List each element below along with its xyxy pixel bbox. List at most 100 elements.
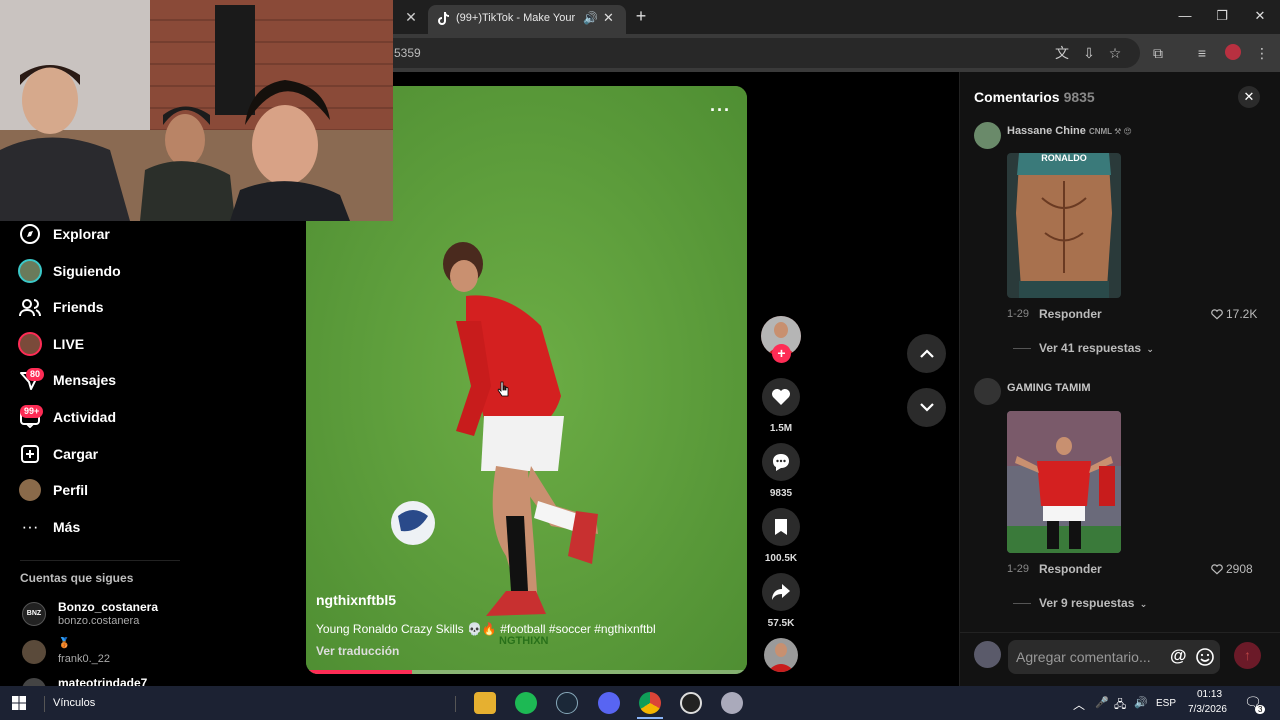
address-bar[interactable]: 5359 — [370, 38, 1140, 68]
translate-icon[interactable]: 文 — [1053, 44, 1071, 62]
profile-avatar-icon[interactable] — [1224, 44, 1242, 62]
comment-like-button[interactable]: 17.2K — [1211, 307, 1257, 321]
comment-count: 9835 — [769, 488, 793, 499]
avatar: BNZ — [22, 602, 46, 626]
comment-image[interactable]: RONALDO — [1007, 153, 1121, 298]
maximize-icon[interactable]: ❐ — [1207, 6, 1237, 26]
windows-start-icon[interactable] — [12, 696, 26, 710]
clock-date[interactable]: 7/3/2026 — [1188, 704, 1227, 715]
like-button[interactable]: 1.5M — [761, 378, 801, 434]
taskbar-links-label[interactable]: Vínculos — [53, 697, 95, 709]
profile-avatar-icon — [18, 478, 42, 502]
previous-tab-close-icon[interactable]: ✕ — [403, 9, 419, 25]
new-tab-button[interactable]: + — [632, 6, 650, 26]
comment-like-button[interactable]: 2908 — [1211, 562, 1253, 576]
video-progress-fill — [306, 670, 412, 674]
browser-menu-icon[interactable]: ⋮ — [1253, 44, 1271, 62]
chrome-icon[interactable] — [639, 692, 661, 714]
microphone-icon[interactable]: 🎤 — [1095, 696, 1109, 709]
sound-avatar — [764, 638, 798, 672]
like-count: 1.5M — [769, 423, 793, 434]
discord-icon[interactable] — [598, 692, 620, 714]
following-account-item[interactable]: BNZ Bonzo_costanera bonzo.costanera — [20, 600, 190, 634]
video-progress-bar[interactable] — [306, 670, 747, 674]
next-video-button[interactable] — [907, 388, 946, 427]
following-account-handle: bonzo.costanera — [58, 615, 140, 627]
tiktok-favicon-icon — [438, 12, 449, 25]
view-replies-button[interactable]: Ver 41 respuestas ⌄ — [1039, 341, 1154, 355]
windows-taskbar: Vínculos ︿ 🎤 🖧 🔊 ESP 01:13 7/3/2026 🗨 3 — [0, 686, 1280, 720]
following-account-item[interactable]: mateotrindade7 — [20, 676, 190, 686]
avatar[interactable] — [974, 122, 1001, 149]
sidebar-item-perfil[interactable]: Perfil — [18, 476, 88, 504]
window-close-icon[interactable]: ✕ — [1245, 6, 1275, 26]
url-text: 5359 — [394, 46, 421, 60]
follow-plus-icon[interactable]: + — [772, 344, 791, 363]
comments-panel: Comentarios 9835 ✕ Hassane Chine CNML ⚒ 😍… — [959, 72, 1280, 686]
tray-chevron-up-icon[interactable]: ︿ — [1073, 696, 1085, 713]
following-section-title: Cuentas que sigues — [20, 571, 134, 585]
upload-plus-icon — [18, 442, 42, 466]
chevron-down-icon — [919, 403, 934, 412]
comments-header: Comentarios 9835 — [974, 89, 1095, 105]
extensions-icon[interactable]: ⧉ — [1149, 44, 1167, 62]
active-tab[interactable]: (99+)TikTok - Make Your Da 🔊 ✕ — [428, 5, 626, 34]
obs-icon[interactable] — [680, 692, 702, 714]
sidebar-item-siguiendo[interactable]: Siguiendo — [18, 257, 121, 285]
sidebar-item-friends[interactable]: Friends — [18, 293, 104, 321]
mention-at-icon[interactable]: @ — [1170, 646, 1187, 666]
divider — [44, 696, 45, 712]
chevron-down-icon: ⌄ — [1146, 344, 1154, 354]
media-control-icon[interactable]: ≡ — [1193, 44, 1211, 62]
following-account-item[interactable]: 🥉 frank0._22 — [20, 638, 190, 672]
tab-close-icon[interactable]: ✕ — [603, 10, 614, 26]
bookmark-icon — [762, 508, 800, 546]
steam-icon[interactable] — [556, 692, 578, 714]
share-arrow-icon — [762, 573, 800, 611]
emoji-icon[interactable] — [1196, 648, 1214, 666]
network-icon[interactable]: 🖧 — [1114, 696, 1126, 715]
save-button[interactable]: 100.5K — [761, 508, 801, 564]
video-author[interactable]: ngthixnftbl5 — [316, 592, 396, 608]
install-app-icon[interactable]: ⇩ — [1080, 44, 1098, 62]
activity-badge: 99+ — [20, 405, 44, 418]
comment-image[interactable] — [1007, 411, 1121, 553]
reply-button[interactable]: Responder — [1039, 562, 1102, 576]
bookmark-star-icon[interactable]: ☆ — [1106, 44, 1124, 62]
sidebar-item-live[interactable]: LIVE — [18, 330, 84, 358]
comment-input-box[interactable]: @ — [1008, 640, 1220, 674]
sidebar-item-mas[interactable]: ··· Más — [18, 513, 81, 541]
sidebar-item-label: Explorar — [53, 226, 110, 242]
chevron-up-icon — [919, 349, 934, 358]
app-icon[interactable] — [721, 692, 743, 714]
language-indicator[interactable]: ESP — [1156, 698, 1176, 709]
close-comments-icon[interactable]: ✕ — [1238, 86, 1260, 108]
reply-button[interactable]: Responder — [1039, 307, 1102, 321]
video-more-options-icon[interactable]: ··· — [710, 100, 731, 121]
volume-icon[interactable]: 🔊 — [1134, 696, 1148, 709]
clock-time[interactable]: 01:13 — [1197, 689, 1222, 700]
comment-username[interactable]: Hassane Chine CNML ⚒ 😍 — [1007, 125, 1132, 137]
file-explorer-icon[interactable] — [474, 692, 496, 714]
mouse-cursor-icon — [497, 381, 509, 397]
creator-avatar-button[interactable]: + — [761, 316, 801, 363]
comment-input[interactable] — [1016, 640, 1166, 674]
previous-video-button[interactable] — [907, 334, 946, 373]
send-comment-button[interactable]: ↑ — [1234, 642, 1261, 669]
share-button[interactable]: 57.5K — [761, 573, 801, 629]
spotify-icon[interactable] — [515, 692, 537, 714]
view-replies-button[interactable]: Ver 9 respuestas ⌄ — [1039, 596, 1147, 610]
tab-audio-icon[interactable]: 🔊 — [583, 11, 598, 25]
sidebar-item-cargar[interactable]: Cargar — [18, 440, 98, 468]
translate-link[interactable]: Ver traducción — [316, 644, 399, 658]
comment-username-suffix: CNML ⚒ 😍 — [1088, 127, 1132, 136]
divider — [20, 560, 180, 561]
avatar[interactable] — [974, 378, 1001, 405]
minimize-icon[interactable]: — — [1170, 6, 1200, 26]
tab-title: (99+)TikTok - Make Your Da — [456, 12, 578, 24]
sound-avatar-button[interactable] — [761, 638, 801, 672]
comment-button[interactable]: 9835 — [761, 443, 801, 499]
avatar — [22, 678, 46, 686]
comment-username[interactable]: GAMING TAMIM — [1007, 382, 1091, 394]
sidebar-item-explorar[interactable]: Explorar — [18, 220, 110, 248]
